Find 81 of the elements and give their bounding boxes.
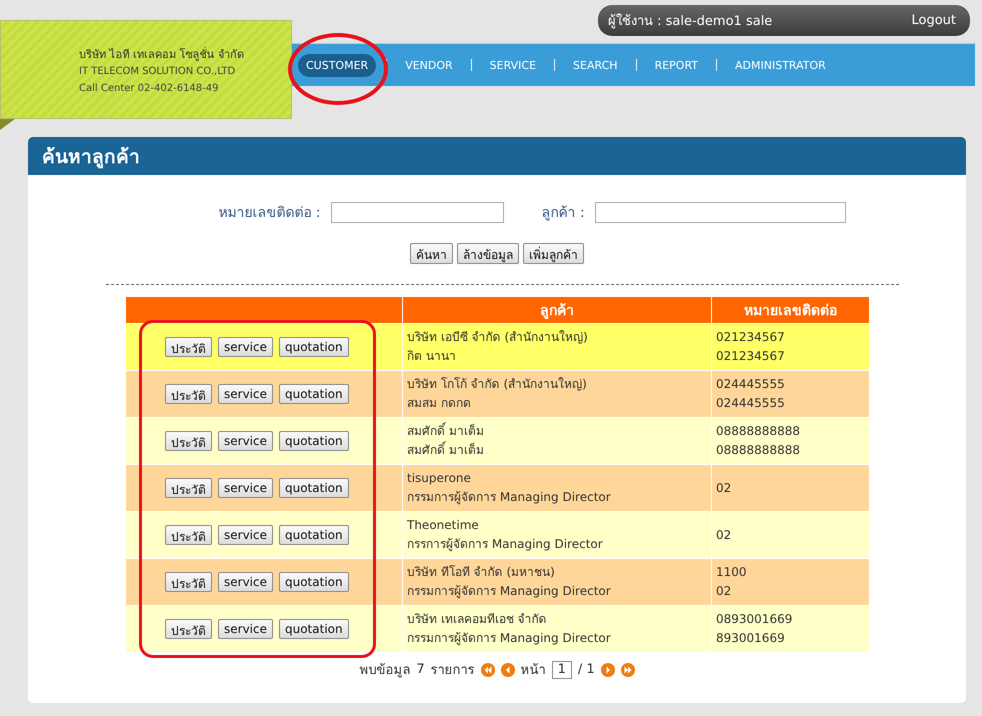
row-button[interactable]: service bbox=[218, 384, 273, 404]
company-name-english: IT TELECOM SOLUTION CO.,LTD bbox=[79, 65, 236, 79]
row-button[interactable]: quotation bbox=[278, 572, 349, 592]
customer-text: กรรมการผู้จัดการ Managing Director bbox=[407, 489, 612, 506]
header-cell: ลูกค้า bbox=[402, 297, 712, 324]
page-number-field[interactable]: 1 bbox=[552, 660, 572, 678]
row-button[interactable]: quotation bbox=[278, 431, 349, 451]
panel-title: ค้นหาลูกค้า bbox=[28, 137, 966, 175]
next-page-icon[interactable] bbox=[600, 662, 615, 676]
row-button[interactable]: quotation bbox=[278, 478, 349, 498]
customer-text: กรรมการผู้จัดการ Managing Director bbox=[407, 630, 612, 648]
result-unit: รายการ bbox=[430, 662, 475, 680]
table-row[interactable]: ประวัติ service quotation tisuperone กรรมการผู้จัดการ Managing Director 02 bbox=[126, 464, 870, 512]
row-button[interactable]: ประวัติ bbox=[165, 337, 212, 357]
row-button[interactable]: quotation bbox=[278, 619, 349, 639]
row-button[interactable]: service bbox=[218, 619, 273, 639]
phone-number: 021234567 bbox=[716, 348, 786, 365]
row-button[interactable]: ประวัติ bbox=[165, 431, 212, 451]
customer-text: บริษัท โกโก้ จำกัด (สำนักงานใหญ่) bbox=[407, 376, 588, 393]
row-button[interactable]: service bbox=[218, 572, 273, 592]
row-button[interactable]: service bbox=[218, 431, 273, 451]
form-button[interactable]: ล้างข้อมูล bbox=[457, 243, 519, 264]
customer-text: สมสม กดกด bbox=[407, 395, 472, 412]
phone-number: 024445555 bbox=[716, 376, 786, 393]
input-field[interactable] bbox=[330, 202, 504, 222]
phone-number: 02 bbox=[716, 526, 732, 544]
table-row[interactable]: ประวัติ service quotation บริษัท เอบีซี จำกัด (สำนักงานใหญ่) กิต นานา 021234567 021234567 bbox=[126, 324, 870, 370]
previous-page-icon[interactable] bbox=[500, 662, 515, 676]
customer-text: กรรการผู้จัดการ Managing Director bbox=[407, 536, 604, 554]
row-button[interactable]: service bbox=[218, 478, 273, 498]
row-button[interactable]: ประวัติ bbox=[165, 478, 212, 498]
customer-text: บริษัท เอบีซี จำกัด (สำนักงานใหญ่) bbox=[407, 329, 589, 346]
row-button[interactable]: ประวัติ bbox=[165, 572, 212, 592]
first-page-icon[interactable] bbox=[480, 662, 495, 676]
result-count: 7 bbox=[416, 662, 425, 677]
ribbon-fold bbox=[0, 119, 15, 130]
table-row[interactable]: ประวัติ service quotation บริษัท ทีโอที จำกัด (มหาชน) กรรมการผู้จัดการ Managing Director 1100 02 bbox=[126, 558, 870, 606]
phone-number: 893001669 bbox=[716, 630, 786, 647]
page-total: / 1 bbox=[578, 662, 595, 677]
row-button[interactable]: ประวัติ bbox=[165, 384, 212, 404]
input-field[interactable] bbox=[594, 202, 846, 222]
field-label: ลูกค้า : bbox=[542, 204, 585, 223]
row-button[interactable]: service bbox=[218, 337, 273, 357]
customer-text: บริษัท เทเลคอมทีเอช จำกัด bbox=[407, 611, 548, 628]
phone-number: 024445555 bbox=[716, 395, 786, 412]
row-button[interactable]: quotation bbox=[278, 384, 349, 404]
user-name: ผู้ใช้งาน : sale-demo1 sale bbox=[608, 12, 772, 31]
phone-number: 02 bbox=[716, 480, 732, 496]
customer-text: บริษัท ทีโอที จำกัด (มหาชน) bbox=[407, 564, 556, 581]
phone-number: 021234567 bbox=[716, 329, 786, 346]
customer-text: Theonetime bbox=[407, 517, 480, 534]
customer-text: กิต นานา bbox=[407, 348, 457, 365]
row-button[interactable]: quotation bbox=[278, 525, 349, 545]
row-button[interactable]: ประวัติ bbox=[165, 525, 212, 545]
phone-number: 08888888888 bbox=[716, 442, 801, 459]
row-button[interactable]: ประวัติ bbox=[165, 619, 212, 639]
row-button[interactable]: quotation bbox=[278, 337, 349, 357]
header-cell: หมายเลขติดต่อ bbox=[712, 297, 870, 324]
row-button[interactable]: service bbox=[218, 525, 273, 545]
field-label: หมายเลขติดต่อ : bbox=[218, 204, 320, 223]
table-row[interactable]: ประวัติ service quotation Theonetime กรรการผู้จัดการ Managing Director 02 bbox=[126, 512, 870, 558]
table-row[interactable]: ประวัติ service quotation บริษัท เทเลคอมทีเอช จำกัด กรรมการผู้จัดการ Managing Director 0893001669 893001669 bbox=[126, 606, 870, 652]
page-label: หน้า bbox=[520, 662, 546, 680]
company-name: บริษัท ไอที เทเลคอม โซลูชั่น จำกัด bbox=[79, 46, 245, 63]
customer-text: กรรมการผู้จัดการ Managing Director bbox=[407, 583, 612, 600]
table-row[interactable]: ประวัติ service quotation บริษัท โกโก้ จำกัด (สำนักงานใหญ่) สมสม กดกด 024445555 024445555 bbox=[126, 370, 870, 418]
form-button[interactable]: เพิ่มลูกค้า bbox=[523, 243, 584, 264]
call-center-number: Call Center 02-402-6148-49 bbox=[79, 82, 220, 96]
table-row[interactable]: ประวัติ service quotation สมศักดิ์ มาเต็ม สมศักดิ์ มาเต็ม 08888888888 08888888888 bbox=[126, 418, 870, 464]
customer-text: สมศักดิ์ มาเต็ม bbox=[407, 422, 485, 440]
customer-text: สมศักดิ์ มาเต็ม bbox=[407, 441, 485, 459]
phone-number: 02 bbox=[716, 583, 732, 600]
phone-number: 0893001669 bbox=[716, 611, 794, 628]
phone-number: 1100 bbox=[716, 564, 748, 581]
logout-link[interactable]: Logout bbox=[911, 13, 956, 28]
form-button[interactable]: ค้นหา bbox=[410, 243, 453, 264]
result-label: พบข้อมูล bbox=[359, 662, 410, 680]
customer-text: tisuperone bbox=[407, 470, 472, 487]
phone-number: 08888888888 bbox=[716, 423, 801, 440]
nav-tab[interactable]: CUSTOMER bbox=[298, 54, 376, 76]
last-page-icon[interactable] bbox=[620, 662, 635, 676]
